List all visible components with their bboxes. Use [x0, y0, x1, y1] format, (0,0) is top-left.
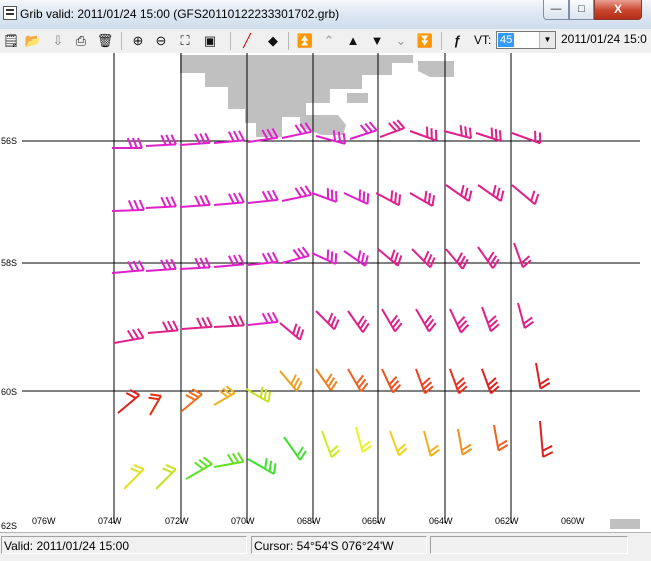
vt-selected-value: 45 [498, 33, 514, 47]
function-icon[interactable]: ƒ [448, 32, 466, 50]
wind-map[interactable]: 56S 58S 60S 62S 076W 074W 072W 070W 068W 066W 064W… [0, 53, 651, 532]
lon-label: 074W [98, 516, 122, 526]
chevron-down-icon[interactable]: ▼ [539, 32, 555, 48]
toolbar-date: 2011/01/24 15:0 [561, 32, 647, 46]
previous-page-icon[interactable]: ⌃ [320, 32, 338, 50]
vt-dropdown[interactable]: 45 ▼ [496, 31, 556, 49]
print-icon[interactable]: ⎙ [72, 32, 90, 50]
previous-icon[interactable]: ▲ [344, 32, 362, 50]
toolbar-separator [230, 32, 231, 50]
close-button[interactable]: X [594, 0, 642, 20]
lon-label: 060W [561, 516, 585, 526]
last-icon[interactable]: ⏬ [416, 32, 434, 50]
zoom-window-icon[interactable]: ▣ [201, 32, 219, 50]
zoom-extent-icon[interactable]: ⛶ [176, 32, 194, 50]
lat-label: 60S [1, 387, 17, 397]
maximize-button[interactable]: □ [569, 0, 594, 20]
app-icon[interactable] [3, 6, 17, 20]
next-icon[interactable]: ▼ [368, 32, 386, 50]
import-icon[interactable]: ⇩ [49, 32, 67, 50]
lat-label: 58S [1, 258, 17, 268]
lon-label: 070W [231, 516, 255, 526]
lon-label: 068W [297, 516, 321, 526]
lon-label: 072W [165, 516, 189, 526]
lon-label: 076W [32, 516, 56, 526]
zoom-in-icon[interactable]: ⊕ [129, 32, 147, 50]
zoom-out-icon[interactable]: ⊖ [152, 32, 170, 50]
lon-label: 062W [495, 516, 519, 526]
first-icon[interactable]: ⏫ [296, 32, 314, 50]
status-empty [430, 536, 628, 554]
next-page-icon[interactable]: ⌄ [392, 32, 410, 50]
lon-label: 066W [362, 516, 386, 526]
draw-point-icon[interactable]: ◆ [264, 32, 282, 50]
delete-icon[interactable]: 🗑 [96, 32, 114, 50]
status-cursor: Cursor: 54°54'S 076°24'W [251, 536, 427, 554]
window-title: Grib valid: 2011/01/24 15:00 (GFS2011012… [20, 7, 339, 21]
vt-label: VT: [474, 33, 491, 47]
status-valid: Valid: 2011/01/24 15:00 [1, 536, 247, 554]
toolbar-separator [121, 32, 122, 50]
title-bar: Grib valid: 2011/01/24 15:00 (GFS2011012… [0, 0, 651, 30]
lat-label: 56S [1, 136, 17, 146]
properties-icon[interactable]: 🗒 [2, 32, 20, 50]
lon-label: 064W [429, 516, 453, 526]
toolbar-separator [441, 32, 442, 50]
status-bar: Valid: 2011/01/24 15:00 Cursor: 54°54'S … [0, 532, 651, 561]
minimize-button[interactable]: — [543, 0, 569, 20]
open-folder-icon[interactable]: 📂 [24, 32, 42, 50]
lat-label: 62S [1, 521, 17, 531]
toolbar-separator [288, 32, 289, 50]
draw-line-icon[interactable]: ╱ [238, 32, 256, 50]
